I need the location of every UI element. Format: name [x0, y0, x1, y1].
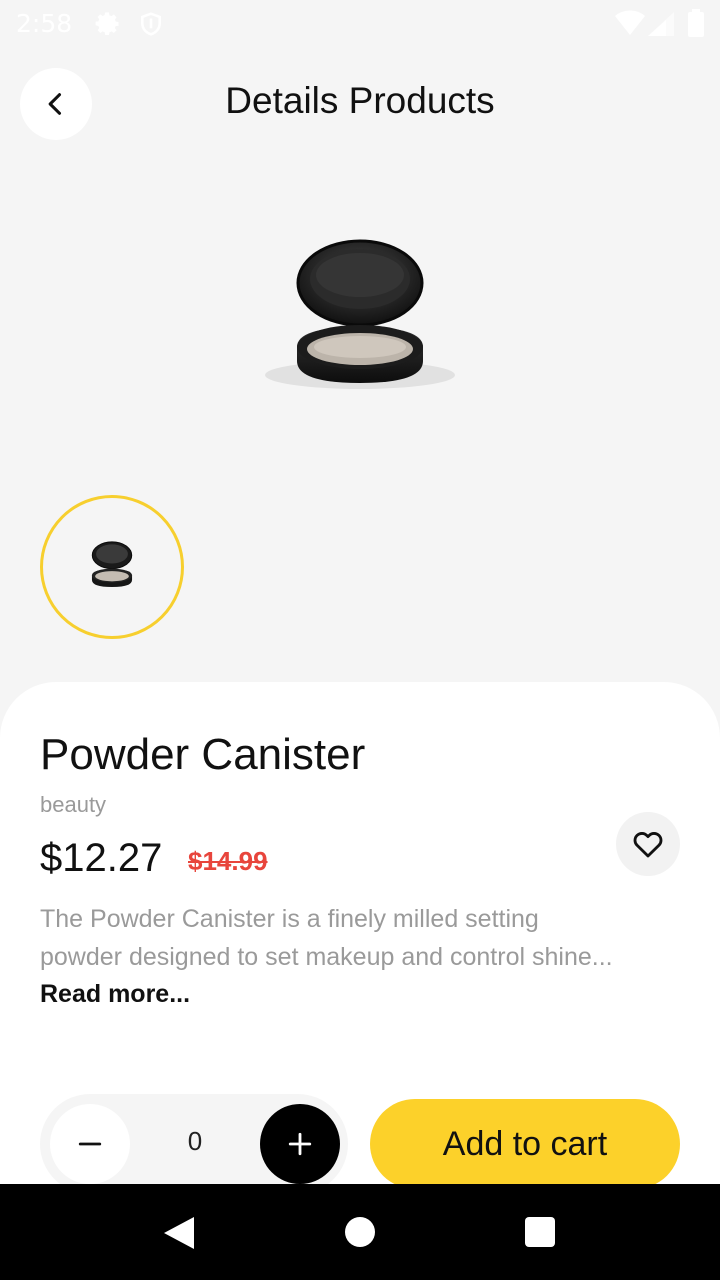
signal-icon: [648, 12, 674, 36]
quantity-value: 0: [187, 1126, 203, 1156]
nav-home-icon[interactable]: [345, 1217, 375, 1247]
product-price: $12.27: [40, 836, 163, 880]
product-category: beauty: [40, 792, 107, 817]
thumbnail-image: [91, 541, 133, 588]
nav-recents-icon[interactable]: [525, 1217, 555, 1247]
navigation-bar: [0, 1184, 720, 1280]
wifi-icon: [615, 10, 645, 35]
favorite-button[interactable]: [616, 812, 680, 876]
battery-icon: [688, 9, 704, 37]
product-details-card: Powder Canister beauty $12.27 $14.99 The…: [0, 682, 720, 1202]
nav-back-icon[interactable]: [162, 1215, 196, 1251]
gear-icon: [95, 12, 119, 35]
quantity-stepper: 0: [40, 1094, 348, 1194]
status-time: 2:58: [16, 9, 73, 38]
shield-icon: [141, 12, 161, 36]
status-bar: 2:58: [0, 0, 720, 48]
plus-icon: [288, 1132, 312, 1156]
product-description: The Powder Canister is a finely milled s…: [40, 900, 680, 976]
read-more-link[interactable]: Read more...: [40, 980, 190, 1009]
product-name: Powder Canister: [40, 730, 366, 779]
product-image: [265, 239, 455, 389]
original-price: $14.99: [188, 846, 268, 876]
thumbnail-selected[interactable]: [40, 495, 184, 639]
description-line: The Powder Canister is a finely milled s…: [40, 905, 539, 933]
description-line: powder designed to set makeup and contro…: [40, 943, 613, 971]
increase-quantity-button[interactable]: [260, 1104, 340, 1184]
minus-icon: [78, 1142, 102, 1146]
header: Details Products: [0, 60, 720, 148]
heart-icon: [633, 832, 663, 858]
add-to-cart-button[interactable]: Add to cart: [370, 1099, 680, 1189]
decrease-quantity-button[interactable]: [50, 1104, 130, 1184]
page-title: Details Products: [225, 80, 495, 121]
